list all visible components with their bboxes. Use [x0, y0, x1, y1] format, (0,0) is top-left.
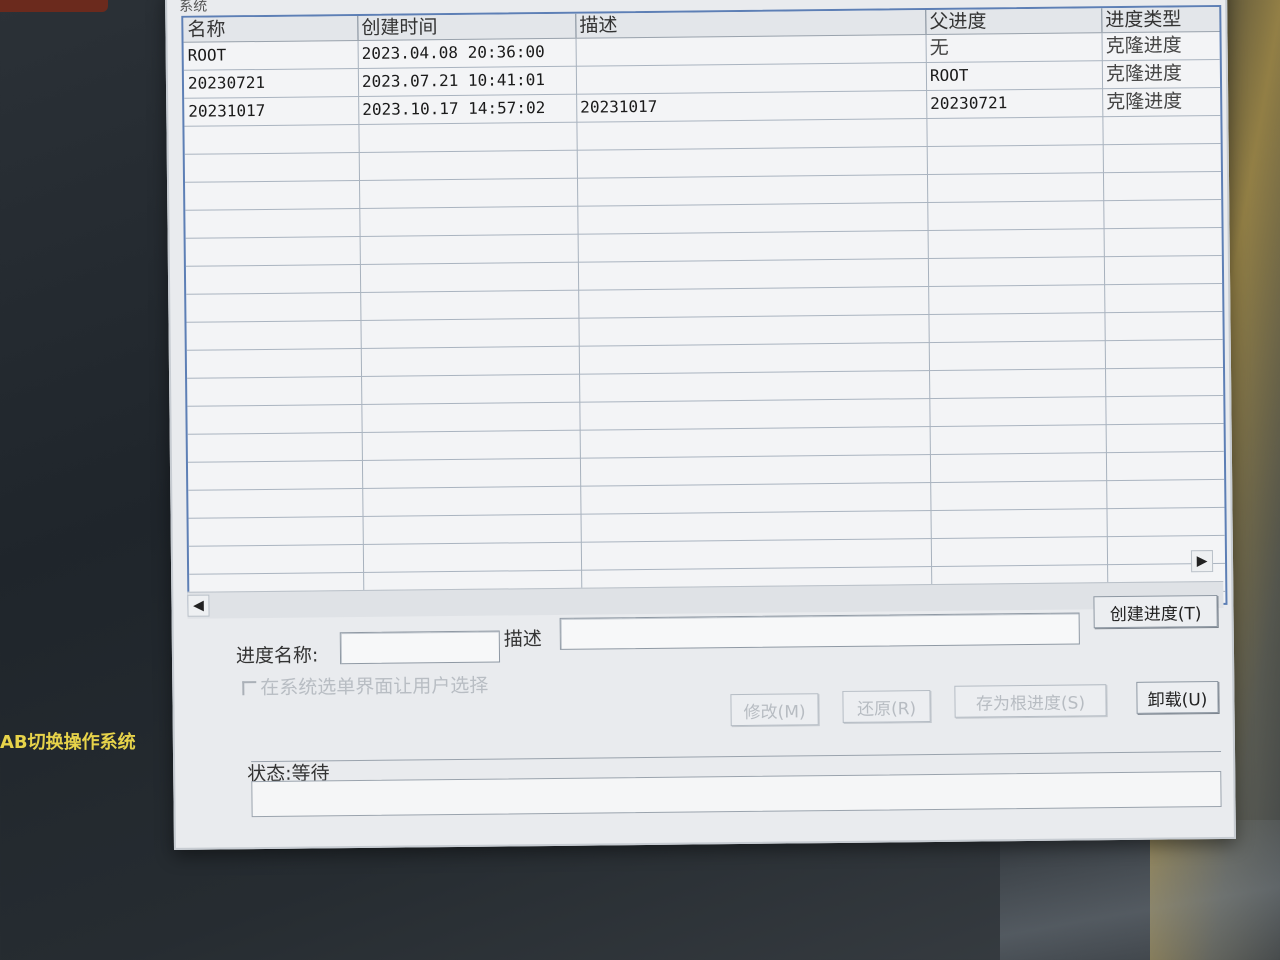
cell-type: 克隆进度 — [1105, 34, 1182, 58]
backup-manager-dialog: 系统 名称 创建时间 描述 父进度 进度类型 ROOT 2023.04.08 2… — [165, 0, 1236, 850]
desktop-window-corner — [0, 0, 108, 12]
snapshot-name-input[interactable] — [339, 630, 501, 665]
cell-created: 2023.07.21 10:41:01 — [361, 70, 546, 91]
snapshot-table[interactable]: 名称 创建时间 描述 父进度 进度类型 ROOT 2023.04.08 20:3… — [181, 4, 1228, 616]
snapshot-name-label: 进度名称: — [235, 644, 319, 668]
cell-type: 克隆进度 — [1105, 62, 1183, 86]
cell-description — [576, 38, 580, 66]
desktop-wallpaper-glare-bottom — [1000, 820, 1280, 960]
cell-parent: 无 — [929, 36, 949, 59]
create-snapshot-button[interactable]: 创建进度(T) — [1093, 595, 1218, 629]
cell-name: ROOT — [187, 45, 227, 65]
scroll-left-arrow-icon[interactable]: ◀ — [187, 594, 210, 617]
cell-name: 20230721 — [187, 72, 266, 93]
uninstall-button[interactable]: 卸载(U) — [1136, 681, 1219, 714]
cell-parent: 20230721 — [930, 93, 1008, 113]
scroll-right-arrow-icon[interactable]: ▶ — [1190, 550, 1214, 573]
column-header-parent[interactable]: 父进度 — [925, 8, 1103, 35]
description-label: 描述 — [503, 628, 542, 651]
desktop-shortcut-label[interactable]: AB切换操作系统 — [0, 728, 136, 754]
restore-button[interactable]: 还原(R) — [842, 690, 931, 723]
cell-description — [576, 66, 580, 94]
user-choice-checkbox-label: 在系统选单界面让用户选择 — [260, 674, 489, 700]
column-header-type[interactable]: 进度类型 — [1101, 6, 1221, 33]
column-header-name[interactable]: 名称 — [183, 15, 359, 42]
status-divider — [251, 750, 1222, 763]
status-message-box — [251, 770, 1222, 818]
set-root-button[interactable]: 存为根进度(S) — [954, 684, 1107, 718]
column-header-description[interactable]: 描述 — [575, 10, 927, 38]
cell-type: 克隆进度 — [1106, 90, 1183, 114]
column-header-created[interactable]: 创建时间 — [357, 13, 577, 40]
cell-parent: ROOT — [929, 65, 969, 85]
cell-created: 2023.04.08 20:36:00 — [361, 42, 545, 63]
cell-name: 20231017 — [188, 100, 266, 121]
dialog-title: 系统 — [179, 0, 208, 15]
modify-button[interactable]: 修改(M) — [730, 693, 819, 727]
cell-description: 20231017 — [580, 96, 658, 117]
description-input[interactable] — [559, 612, 1080, 650]
user-choice-checkbox[interactable] — [242, 681, 257, 696]
cell-created: 2023.10.17 14:57:02 — [362, 98, 546, 119]
